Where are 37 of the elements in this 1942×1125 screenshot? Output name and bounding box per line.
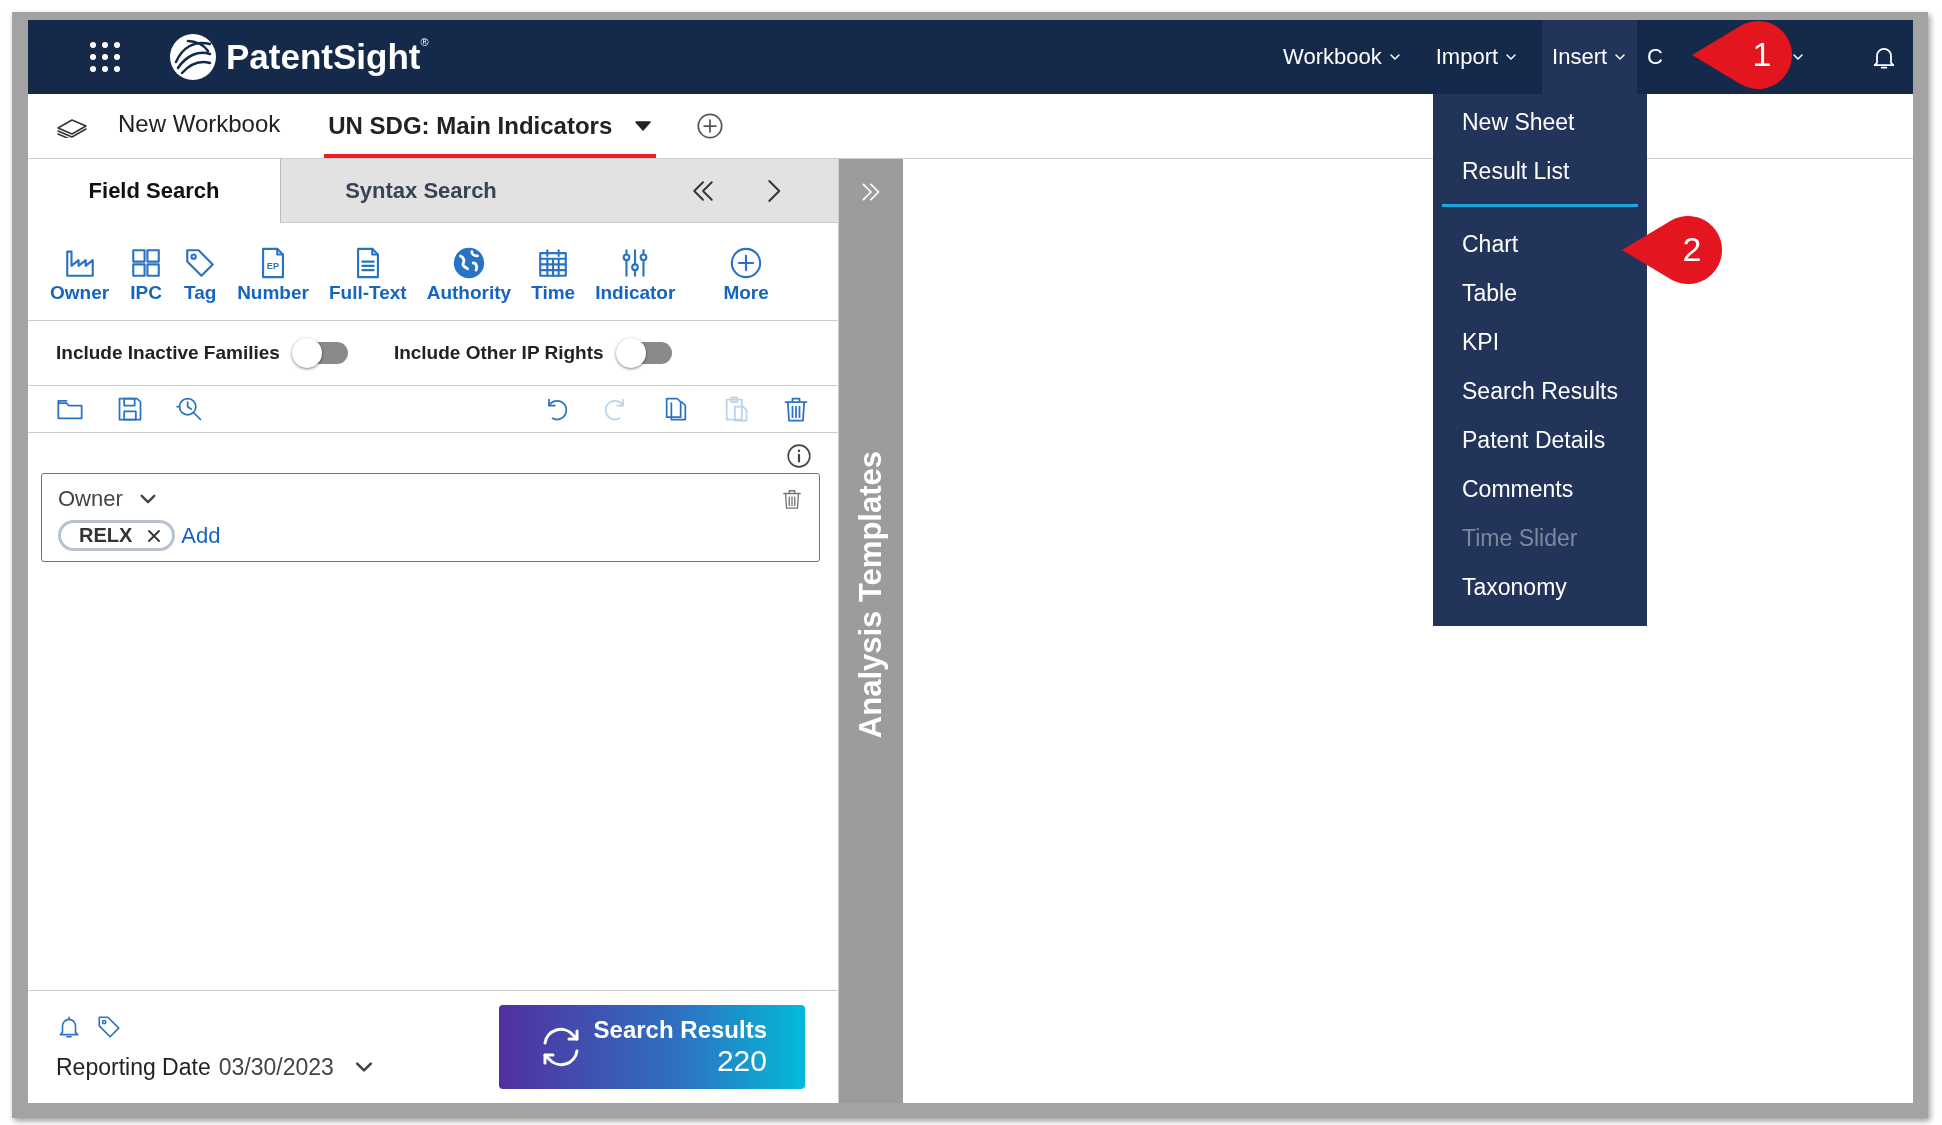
menu-item[interactable]: Chart: [1462, 220, 1519, 269]
search-field-button[interactable]: Indicator: [595, 246, 676, 304]
panel-title: Analysis Templates: [853, 451, 889, 739]
search-field-button[interactable]: Tag: [183, 246, 218, 304]
toggle-label: Include Other IP Rights: [393, 342, 604, 364]
search-field-button[interactable]: Time: [531, 246, 576, 304]
search-field-button[interactable]: Full-Text: [328, 246, 407, 304]
nav-menu[interactable]: Import: [1425, 20, 1529, 94]
search-field-button[interactable]: Authority: [426, 246, 512, 304]
menu-item[interactable]: Taxonomy: [1462, 563, 1567, 612]
search-results-button[interactable]: Search Results 220: [499, 1005, 805, 1089]
search-tab[interactable]: Syntax Search: [280, 159, 561, 223]
menu-item[interactable]: Table: [1462, 269, 1517, 318]
result-count: 220: [716, 1044, 767, 1078]
button-label: Search Results: [593, 1016, 767, 1044]
menu-item[interactable]: Comments: [1462, 465, 1574, 514]
nav-menu[interactable]: Workbook: [1273, 20, 1412, 94]
menu-item[interactable]: KPI: [1462, 318, 1500, 367]
search-field-button[interactable]: IPC: [129, 246, 164, 304]
menu-item[interactable]: Search Results: [1462, 367, 1618, 416]
filter-chip[interactable]: RELX: [58, 520, 176, 551]
nav-menu[interactable]: Insert: [1542, 20, 1638, 94]
reporting-date-label: Reporting Date: [56, 1053, 211, 1081]
search-field-button[interactable]: Owner: [50, 246, 110, 304]
add-link[interactable]: Add: [181, 522, 221, 549]
field-dropdown[interactable]: Owner: [58, 486, 159, 512]
search-field-button[interactable]: EP Number: [237, 246, 309, 304]
nav-menu[interactable]: C: [1637, 20, 1673, 94]
toggle-label: Include Inactive Families: [56, 342, 280, 364]
brand-name[interactable]: PatentSight: [226, 37, 421, 77]
menu-item[interactable]: Result List: [1462, 147, 1570, 196]
registered-mark: ®: [420, 36, 429, 48]
search-field-button[interactable]: More: [723, 246, 769, 304]
menu-item[interactable]: New Sheet: [1462, 98, 1575, 147]
menu-item[interactable]: Patent Details: [1462, 416, 1606, 465]
workbook-tab[interactable]: New Workbook: [114, 94, 285, 158]
date-dropdown[interactable]: 03/30/2023: [218, 1053, 376, 1081]
